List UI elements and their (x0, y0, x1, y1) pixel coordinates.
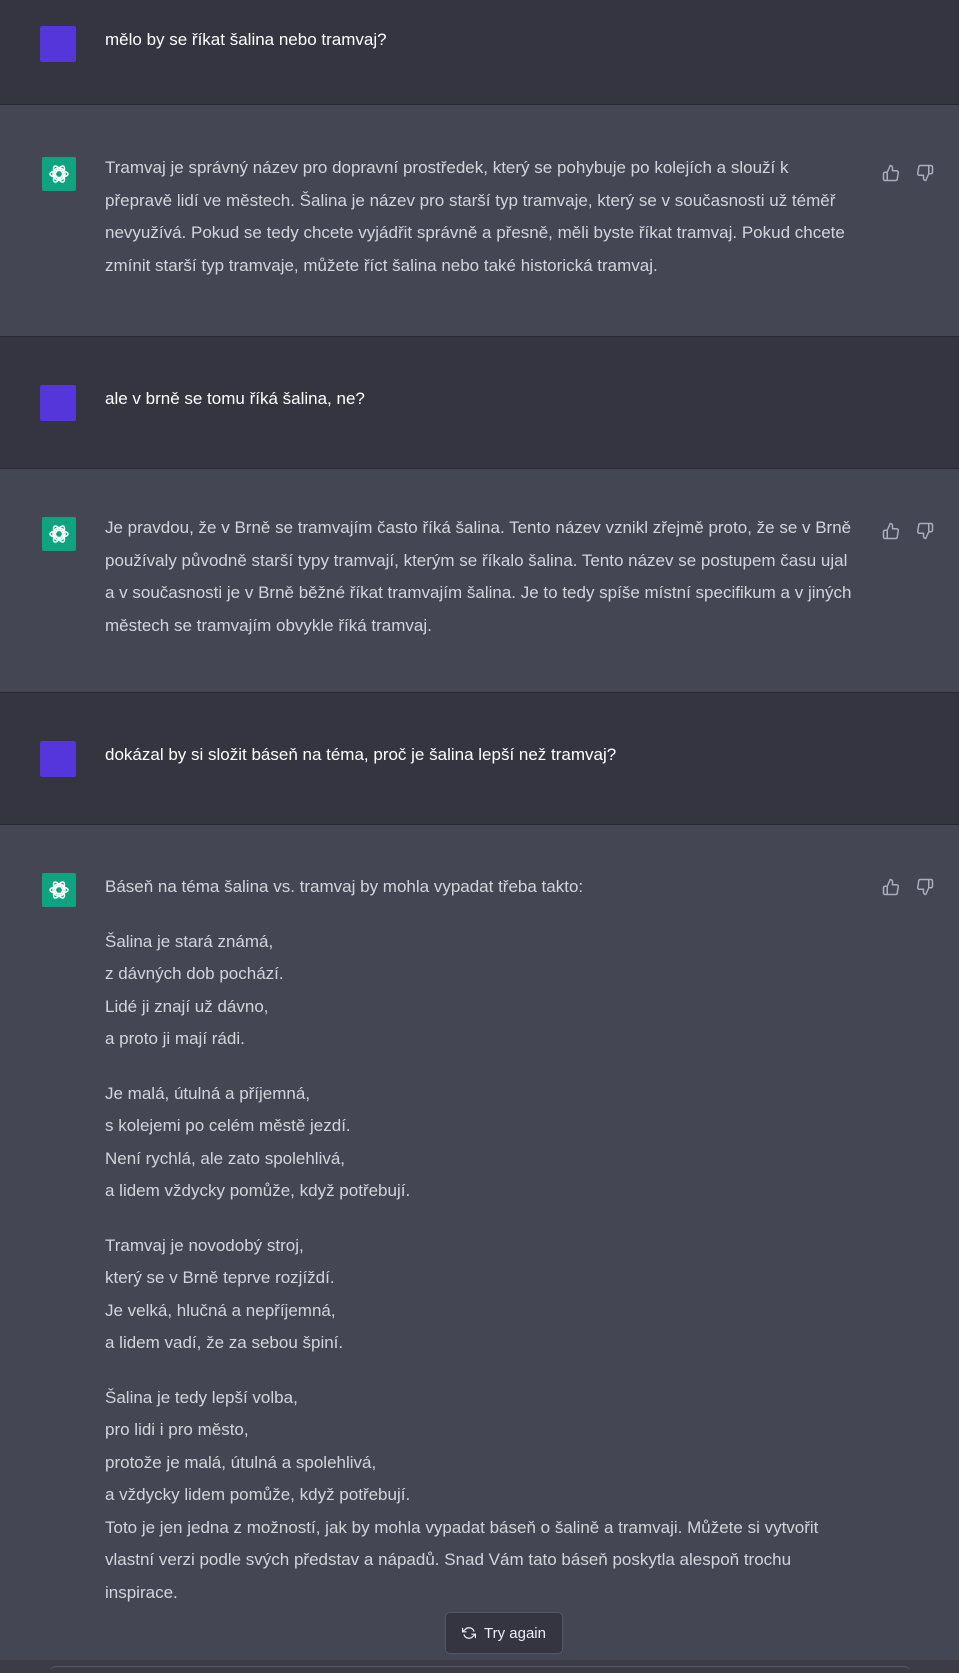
openai-logo-icon (42, 517, 76, 551)
poem-outro: Toto je jen jedna z možností, jak by moh… (105, 1517, 819, 1602)
assistant-message-text: Tramvaj je správný název pro dopravní pr… (105, 158, 845, 275)
assistant-message-3: Báseň na téma šalina vs. tramvaj by mohl… (0, 825, 959, 1673)
poem-line: protože je malá, útulná a spolehlivá, (105, 1452, 377, 1472)
poem-line: a lidem vždycky pomůže, když potřebují. (105, 1181, 411, 1200)
user-message-text: mělo by se říkat šalina nebo tramvaj? (105, 30, 387, 49)
thumbs-down-icon[interactable] (915, 163, 935, 183)
poem-line: který se v Brně teprve rozjíždí. (105, 1268, 335, 1287)
assistant-message-2: Je pravdou, že v Brně se tramvajím často… (0, 469, 959, 693)
user-avatar (40, 741, 76, 777)
poem-line: z dávných dob pochází. (105, 964, 284, 983)
poem-stanza-3: Tramvaj je novodobý stroj, který se v Br… (105, 1230, 860, 1360)
poem-line: a vždycky lidem pomůže, když potřebují. (105, 1485, 411, 1504)
poem-intro: Báseň na téma šalina vs. tramvaj by mohl… (105, 877, 584, 896)
poem-line: a proto ji mají rádi. (105, 1029, 245, 1048)
user-message-text: ale v brně se tomu říká šalina, ne? (105, 389, 365, 408)
openai-logo-icon (42, 157, 76, 191)
assistant-message-1: Tramvaj je správný název pro dopravní pr… (0, 105, 959, 337)
try-again-button[interactable]: Try again (445, 1612, 563, 1654)
poem-line: Není rychlá, ale zato spolehlivá, (105, 1148, 346, 1168)
poem-line: Je malá, útulná a příjemná, (105, 1083, 311, 1103)
feedback-buttons (881, 163, 935, 183)
user-message-3: dokázal by si složit báseň na téma, proč… (0, 693, 959, 825)
input-area-edge (0, 1660, 959, 1673)
poem-line: Lidé ji znají už dávno, (105, 996, 269, 1016)
thumbs-down-icon[interactable] (915, 521, 935, 541)
poem-stanza-4: Šalina je tedy lepší volba, pro lidi i p… (105, 1382, 860, 1512)
thumbs-up-icon[interactable] (881, 877, 901, 897)
poem-line: pro lidi i pro město, (105, 1420, 249, 1439)
assistant-message-text: Báseň na téma šalina vs. tramvaj by mohl… (105, 871, 860, 1609)
assistant-message-text: Je pravdou, že v Brně se tramvajím často… (105, 518, 852, 635)
poem-line: a lidem vadí, že za sebou špiní. (105, 1333, 344, 1352)
user-avatar (40, 26, 76, 62)
thumbs-up-icon[interactable] (881, 163, 901, 183)
feedback-buttons (881, 521, 935, 541)
user-message-1: mělo by se říkat šalina nebo tramvaj? (0, 0, 959, 105)
feedback-buttons (881, 877, 935, 897)
poem-line: Je velká, hlučná a nepříjemná, (105, 1300, 336, 1320)
thumbs-down-icon[interactable] (915, 877, 935, 897)
poem-line: s kolejemi po celém městě jezdí. (105, 1116, 351, 1135)
refresh-icon (462, 1627, 476, 1639)
poem-stanza-2: Je malá, útulná a příjemná, s kolejemi p… (105, 1078, 860, 1208)
user-avatar (40, 385, 76, 421)
poem-line: Tramvaj je novodobý stroj, (105, 1235, 304, 1255)
openai-logo-icon (42, 873, 76, 907)
try-again-label: Try again (484, 1624, 546, 1642)
prompt-input-border (50, 1666, 910, 1673)
poem-line: Šalina je tedy lepší volba, (105, 1387, 298, 1407)
user-message-2: ale v brně se tomu říká šalina, ne? (0, 337, 959, 469)
thumbs-up-icon[interactable] (881, 521, 901, 541)
user-message-text: dokázal by si složit báseň na téma, proč… (105, 745, 617, 764)
poem-stanza-1: Šalina je stará známá, z dávných dob poc… (105, 926, 860, 1056)
poem-line: Šalina je stará známá, (105, 931, 274, 951)
